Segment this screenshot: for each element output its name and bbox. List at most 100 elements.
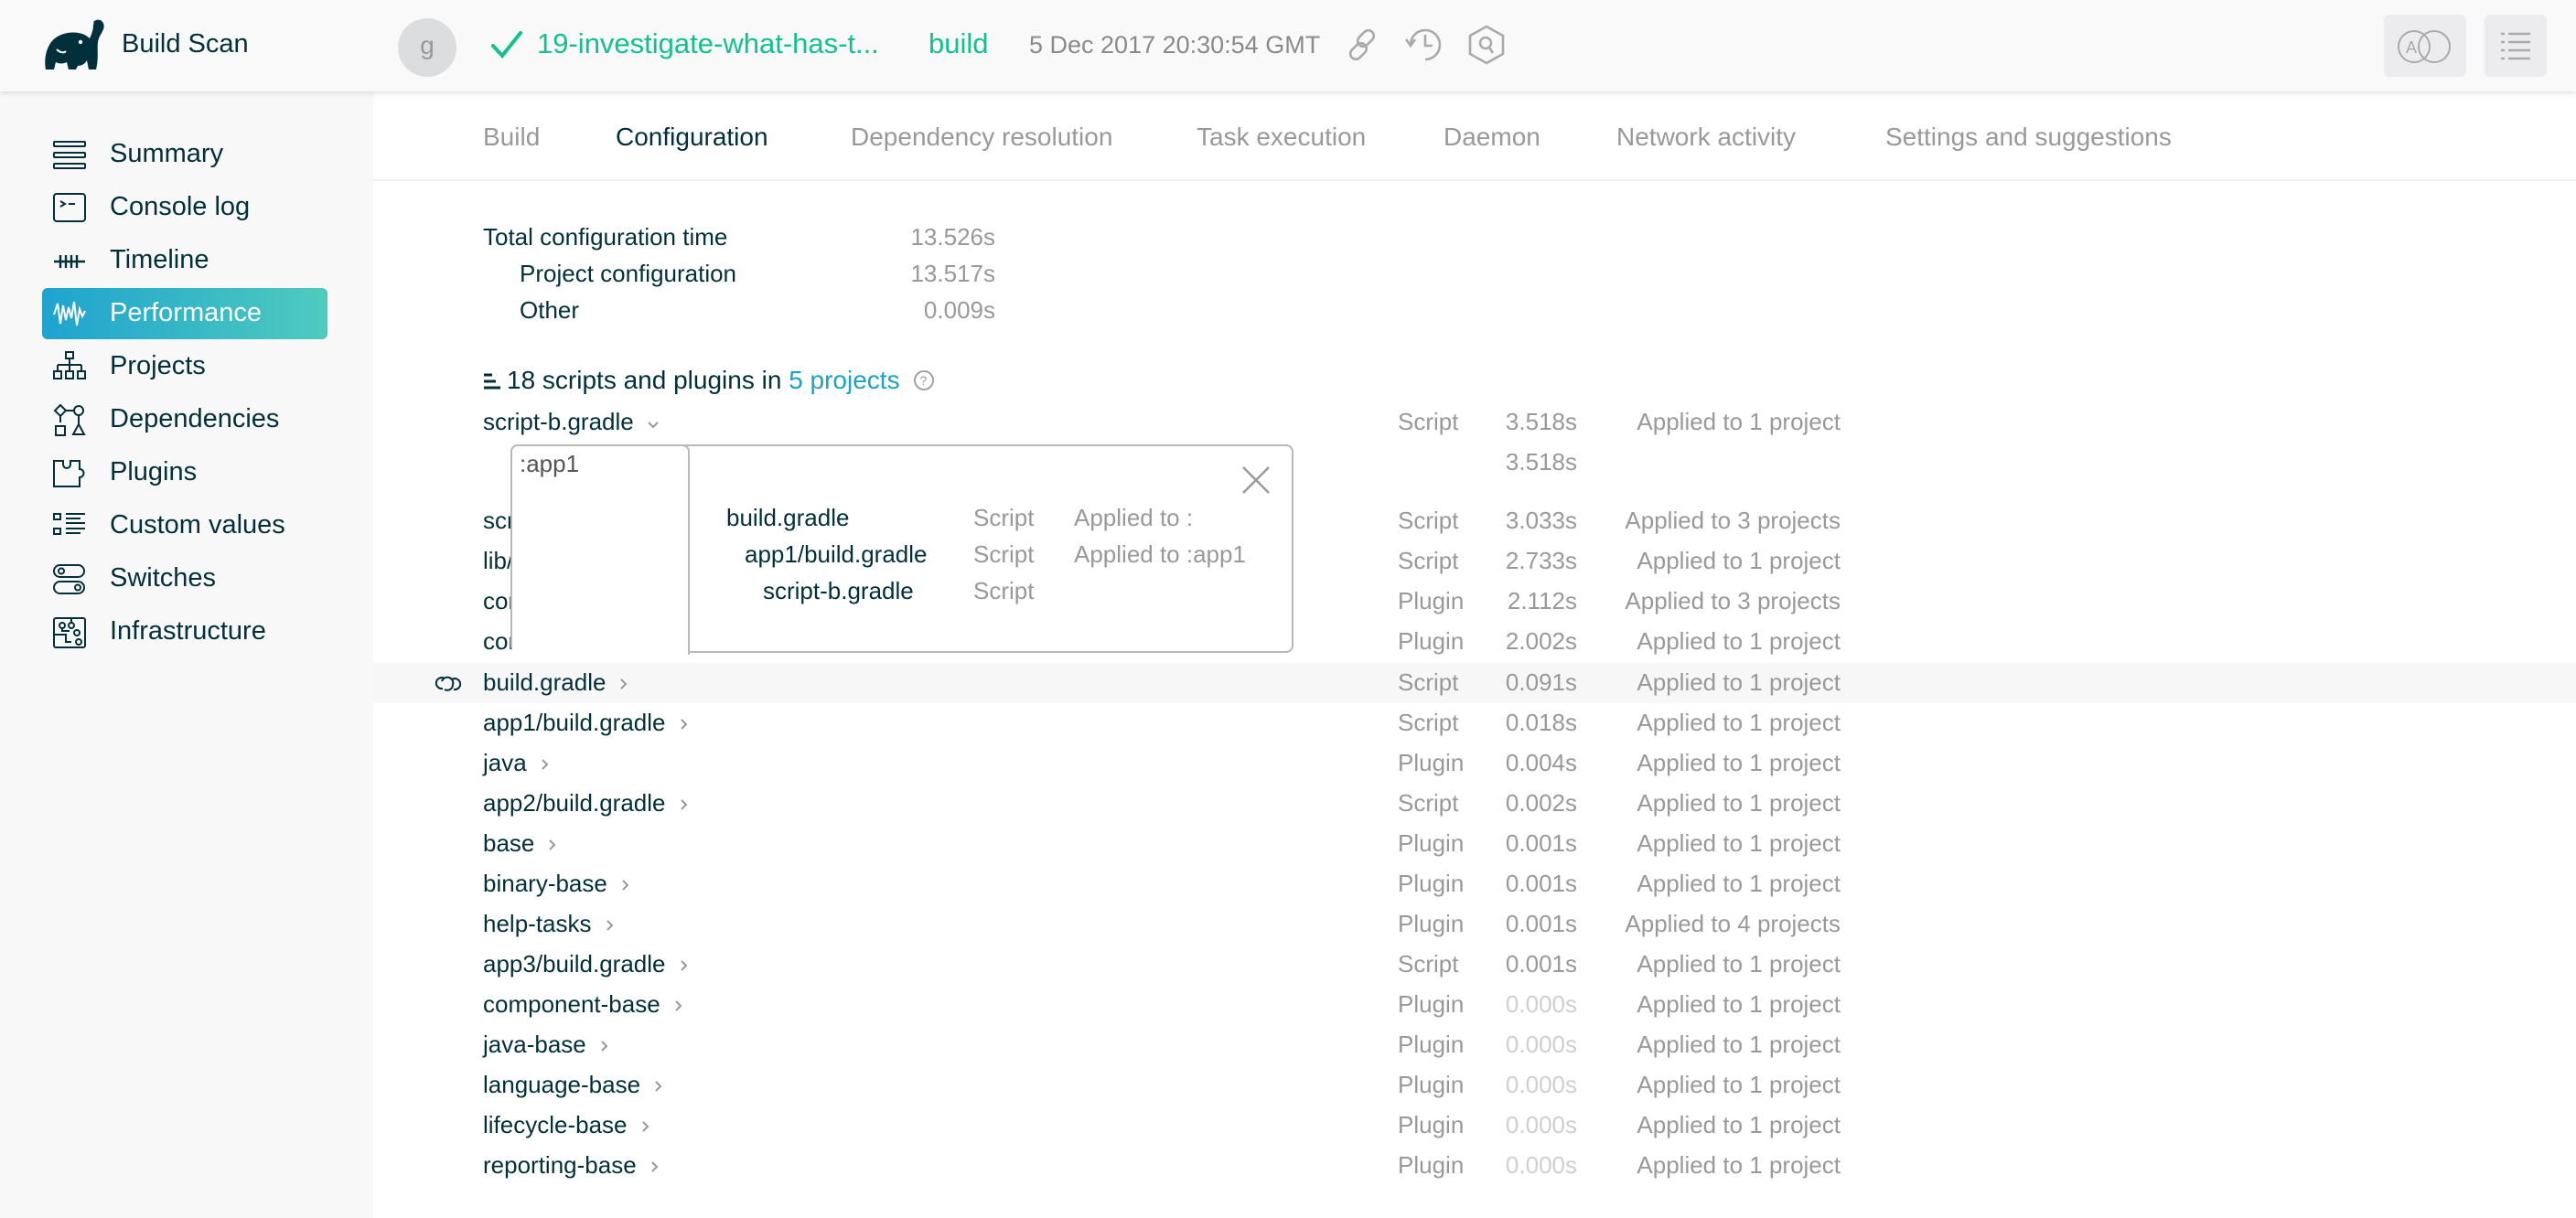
table-row[interactable]: app1/build.gradle Script 0.018s Applied to … [373, 703, 2576, 743]
row-name[interactable]: help-tasks [483, 910, 614, 938]
chevron-right-icon[interactable] [653, 1080, 662, 1093]
row-name[interactable]: lifecycle-base [483, 1111, 649, 1139]
table-row[interactable]: lifecycle-base Plugin 0.000s Applied to 1 p… [373, 1106, 2576, 1146]
row-applied[interactable]: Applied to 1 project [1562, 789, 1841, 817]
tab-network-activity[interactable]: Network activity [1616, 123, 1796, 152]
tab-settings-and-suggestions[interactable]: Settings and suggestions [1885, 123, 2172, 152]
row-name[interactable]: app2/build.gradle [483, 789, 688, 817]
row-applied[interactable]: Applied to 3 projects [1562, 587, 1841, 615]
chevron-right-icon[interactable] [673, 999, 682, 1012]
link-icon[interactable] [434, 674, 463, 694]
chevron-right-icon[interactable] [679, 798, 688, 811]
projects-link[interactable]: 5 projects [789, 366, 899, 394]
table-row[interactable]: base Plugin 0.001s Applied to 1 project [373, 824, 2576, 864]
row-applied[interactable]: Applied to 1 project [1562, 1111, 1841, 1139]
sidebar-item-infrastructure[interactable]: Infrastructure [42, 606, 327, 657]
build-task[interactable]: build [928, 27, 989, 60]
sidebar-item-projects[interactable]: Projects [42, 341, 327, 392]
row-name[interactable]: app3/build.gradle [483, 950, 688, 978]
chevron-right-icon[interactable] [649, 1160, 659, 1173]
popup-item-name[interactable]: script-b.gradle [763, 577, 914, 605]
tab-configuration[interactable]: Configuration [616, 123, 768, 152]
compare-button[interactable]: A [2384, 15, 2466, 77]
tab-task-execution[interactable]: Task execution [1197, 123, 1366, 152]
popup-item-name[interactable]: app1/build.gradle [745, 540, 928, 569]
sidebar-item-performance[interactable]: Performance [42, 288, 327, 339]
row-applied[interactable]: Applied to 1 project [1562, 749, 1841, 777]
close-icon[interactable] [1240, 465, 1272, 496]
table-row[interactable]: help-tasks Plugin 0.001s Applied to 4 proje… [373, 904, 2576, 945]
row-applied[interactable]: Applied to 1 project [1562, 1151, 1841, 1180]
sidebar-item-summary[interactable]: Summary [42, 129, 327, 180]
row-name[interactable]: java-base [483, 1031, 608, 1059]
outline-button[interactable] [2485, 15, 2547, 77]
row-name[interactable]: app1/build.gradle [483, 709, 688, 737]
chevron-down-icon[interactable] [647, 421, 660, 430]
table-row[interactable]: language-base Plugin 0.000s Applied to 1 pr… [373, 1065, 2576, 1106]
chevron-right-icon[interactable] [540, 758, 549, 771]
expanded-row[interactable]: script-b.gradle Script 3.518s Applied to… [373, 402, 2576, 443]
sidebar-item-dependencies[interactable]: Dependencies [42, 394, 327, 445]
tab-daemon[interactable]: Daemon [1444, 123, 1540, 152]
inspect-icon[interactable] [1465, 24, 1508, 66]
row-applied[interactable]: Applied to 4 projects [1562, 910, 1841, 938]
row-name[interactable]: reporting-base [483, 1151, 659, 1180]
row-time: 0.000s [1505, 1031, 1577, 1058]
history-icon[interactable] [1403, 24, 1445, 66]
row-applied[interactable]: Applied to 1 project [1562, 709, 1841, 737]
sidebar-item-plugins[interactable]: Plugins [42, 447, 327, 498]
row-time: 2.002s [1505, 627, 1577, 655]
user-avatar[interactable]: g [398, 18, 456, 77]
build-name[interactable]: 19-investigate-what-has-t... [537, 27, 879, 60]
sidebar-item-timeline[interactable]: Timeline [42, 235, 327, 286]
row-applied[interactable]: Applied to 1 project [1562, 990, 1841, 1019]
row-applied[interactable]: Applied to 1 project [1562, 547, 1841, 575]
popup-item-name[interactable]: build.gradle [726, 504, 849, 532]
row-name[interactable]: component-base [483, 990, 682, 1019]
chevron-right-icon[interactable] [605, 919, 614, 932]
row-name[interactable]: java [483, 749, 549, 777]
row-name-text: language-base [483, 1071, 641, 1098]
gradle-elephant-logo[interactable] [38, 18, 108, 75]
chevron-right-icon[interactable] [547, 839, 556, 851]
popup-notch-border [688, 485, 690, 655]
chevron-right-icon[interactable] [620, 879, 629, 892]
table-row[interactable]: reporting-base Plugin 0.000s Applied to 1 p… [373, 1146, 2576, 1186]
row-applied[interactable]: Applied to 1 project [1562, 668, 1841, 697]
row-applied[interactable]: Applied to 1 project [1562, 627, 1841, 656]
link-icon[interactable] [1341, 24, 1383, 66]
table-row[interactable]: java-base Plugin 0.000s Applied to 1 projec… [373, 1025, 2576, 1065]
row-applied[interactable]: Applied to 1 project [1562, 870, 1841, 898]
chevron-right-icon[interactable] [679, 718, 688, 731]
table-row[interactable]: build.gradle Script 0.091s Applied to 1 pro… [373, 663, 2576, 703]
tab-dependency-resolution[interactable]: Dependency resolution [851, 123, 1112, 152]
row-name[interactable]: script-b.gradle [483, 408, 660, 436]
table-row[interactable]: app2/build.gradle Script 0.002s Applied to … [373, 784, 2576, 824]
chevron-right-icon[interactable] [640, 1120, 649, 1133]
chevron-right-icon[interactable] [679, 959, 688, 972]
row-applied[interactable]: Applied to 1 project [1562, 408, 1841, 436]
sidebar-item-switches[interactable]: Switches [42, 553, 327, 604]
tab-build[interactable]: Build [483, 123, 540, 152]
sidebar-item-custom-values[interactable]: Custom values [42, 500, 327, 551]
row-name[interactable]: binary-base [483, 870, 629, 898]
table-row[interactable]: component-base Plugin 0.000s Applied to 1 p… [373, 985, 2576, 1025]
row-name[interactable]: base [483, 829, 556, 858]
project-tab[interactable]: :app1 [510, 444, 690, 490]
table-row[interactable]: binary-base Plugin 0.001s Applied to 1 proj… [373, 864, 2576, 904]
row-name[interactable]: language-base [483, 1071, 662, 1099]
table-row[interactable]: app3/build.gradle Script 0.001s Applied to … [373, 945, 2576, 985]
row-applied[interactable]: Applied to 1 project [1562, 950, 1841, 978]
sidebar-item-console-log[interactable]: Console log [42, 182, 327, 233]
row-applied[interactable]: Applied to 3 projects [1562, 507, 1841, 535]
row-applied[interactable]: Applied to 1 project [1562, 1031, 1841, 1059]
chevron-right-icon[interactable] [599, 1040, 608, 1052]
row-applied[interactable]: Applied to 1 project [1562, 829, 1841, 858]
row-applied[interactable]: Applied to 1 project [1562, 1071, 1841, 1099]
help-icon[interactable]: ? [913, 369, 935, 391]
app-title[interactable]: Build Scan [122, 29, 249, 59]
chevron-right-icon[interactable] [618, 678, 628, 690]
table-row[interactable]: java Plugin 0.004s Applied to 1 project [373, 743, 2576, 784]
row-name[interactable]: build.gradle [483, 668, 628, 697]
sort-list-icon[interactable] [483, 370, 501, 390]
